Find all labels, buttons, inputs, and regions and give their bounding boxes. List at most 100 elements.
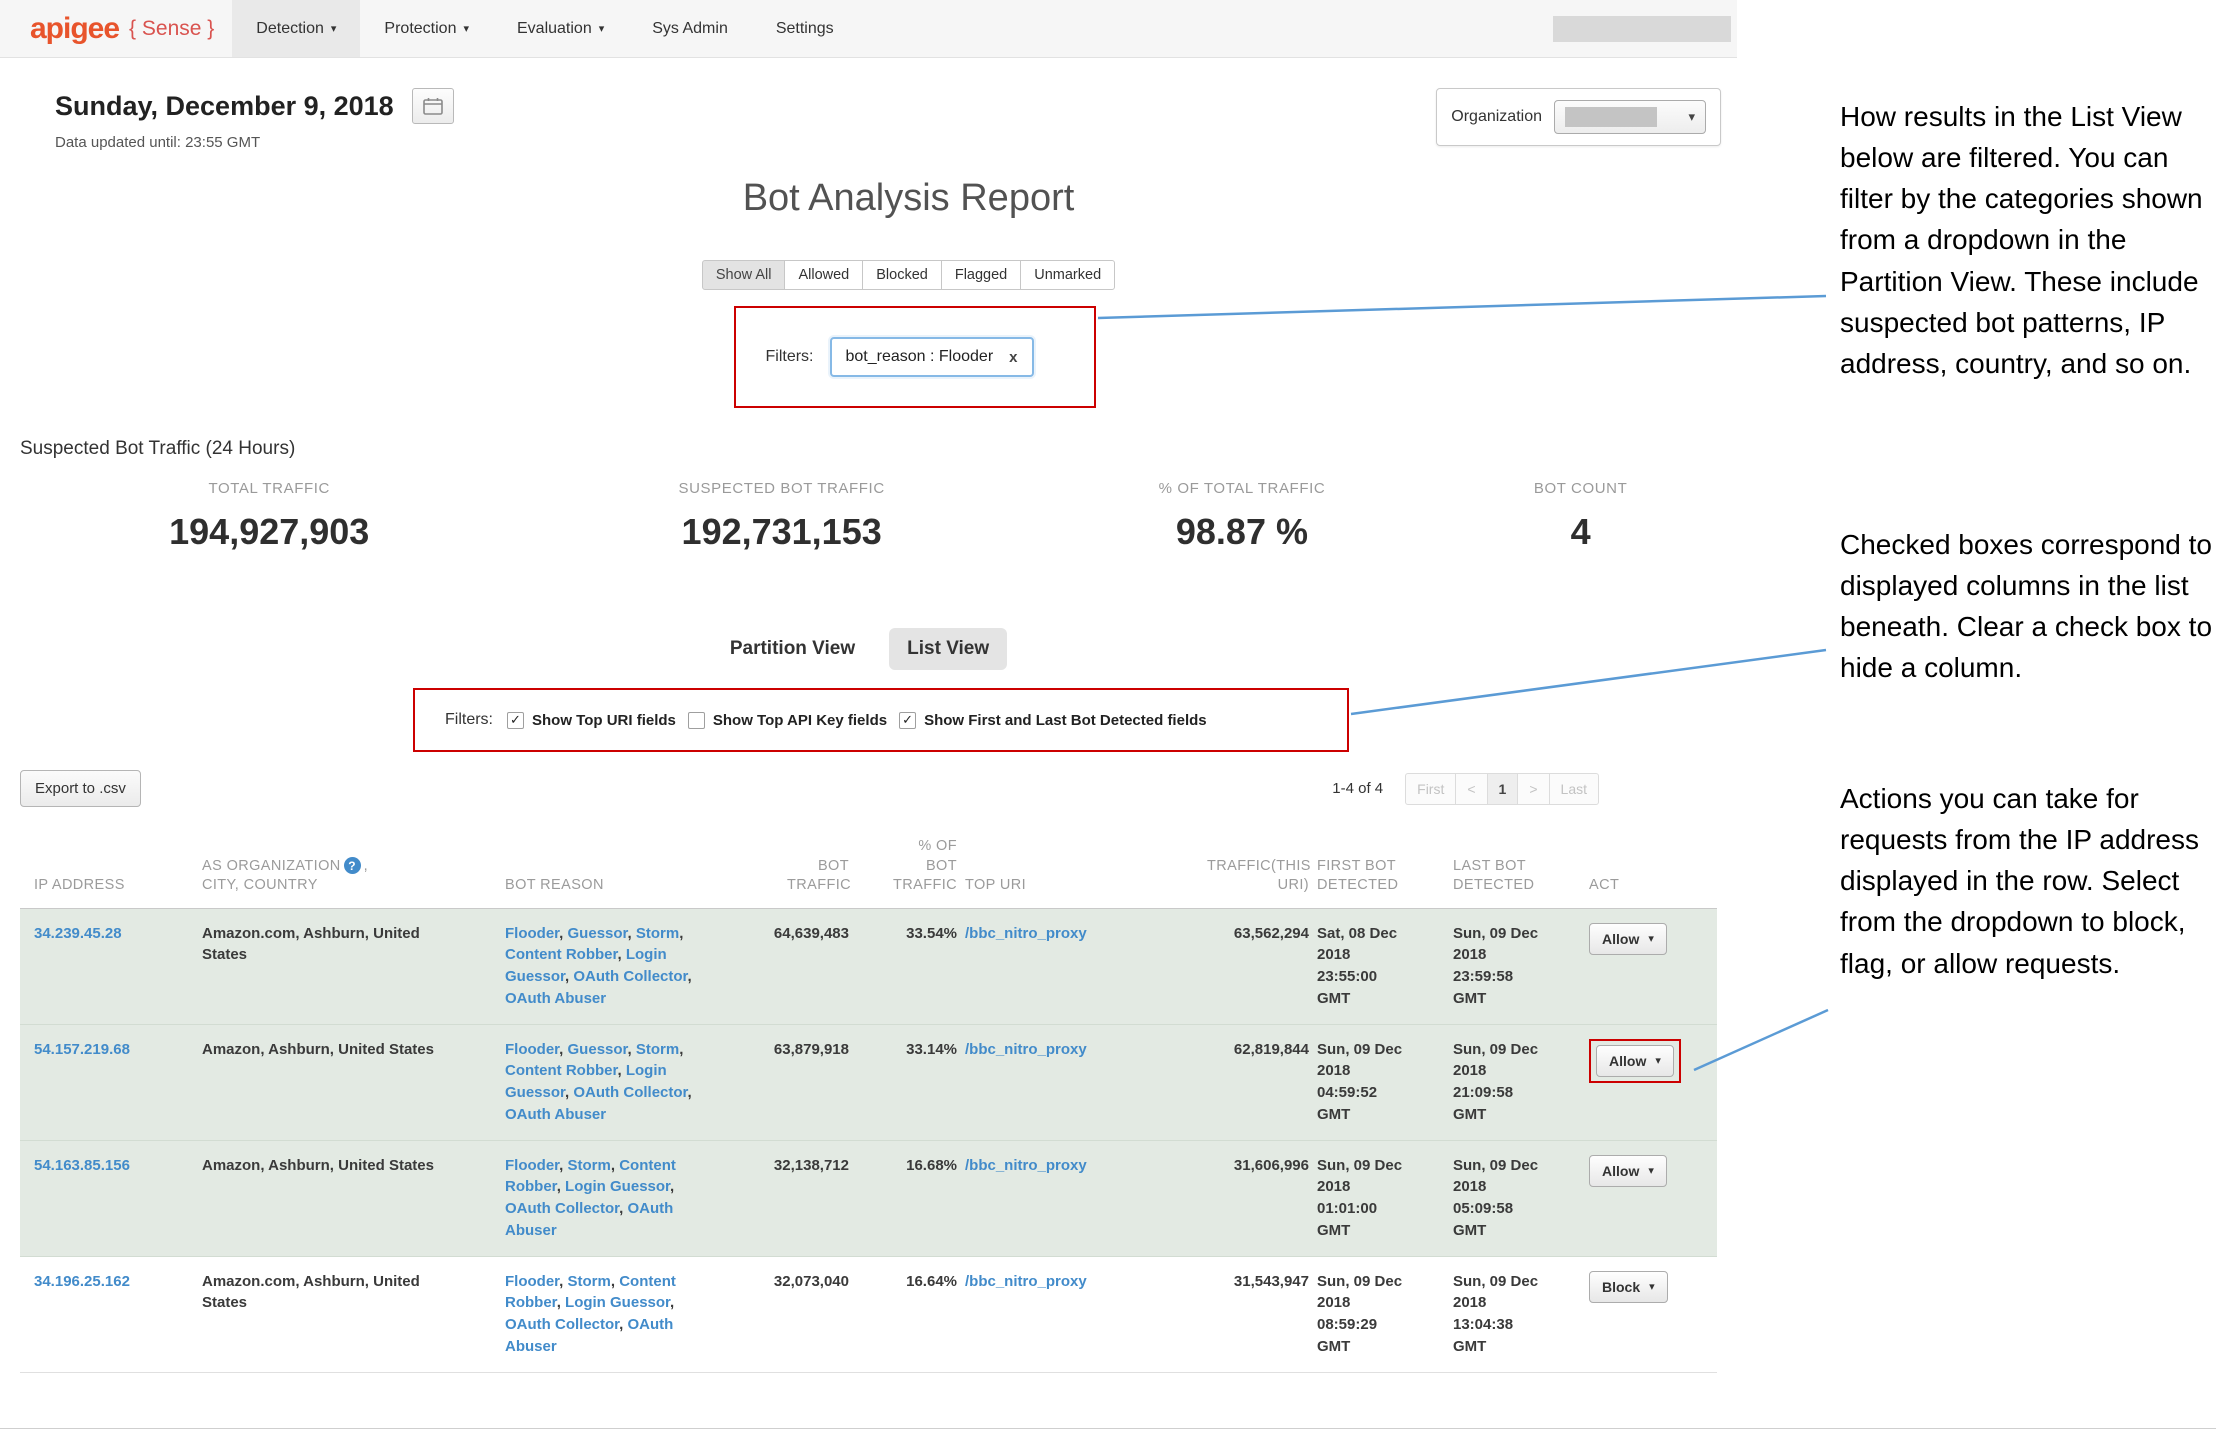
stat-value: 4 — [1459, 511, 1702, 553]
cell-top-uri: /bbc_nitro_proxy — [965, 923, 1153, 1010]
chevron-down-icon: ▾ — [331, 22, 337, 35]
cell-last-bot-detected: Sun, 09 Dec201821:09:58GMT — [1453, 1039, 1581, 1126]
bot-reason-link[interactable]: Content Robber — [505, 946, 618, 963]
bot-reason-link[interactable]: OAuth Abuser — [505, 990, 606, 1007]
page-button-last: Last — [1549, 773, 1599, 805]
column-header-first_detected: FIRST BOT DETECTED — [1317, 857, 1445, 896]
list-filters-label: Filters: — [445, 711, 493, 729]
filter-tag-label: bot_reason : Flooder — [846, 348, 994, 366]
help-icon[interactable]: ? — [344, 857, 361, 874]
bot-reason-link[interactable]: Flooder — [505, 1273, 559, 1290]
ip-link[interactable]: 34.196.25.162 — [34, 1273, 130, 1290]
ip-link[interactable]: 54.163.85.156 — [34, 1157, 130, 1174]
bot-reason-link[interactable]: Storm — [636, 1041, 679, 1058]
organization-dropdown[interactable]: ▾ — [1554, 100, 1706, 134]
stat-label: BOT COUNT — [1459, 480, 1702, 497]
cell-bot-traffic: 32,073,040 — [731, 1271, 849, 1358]
checkbox-label: Show Top API Key fields — [713, 712, 887, 729]
bot-reason-link[interactable]: Content Robber — [505, 1062, 618, 1079]
filter-tag[interactable]: bot_reason : Flooder x — [830, 337, 1034, 377]
cell-pct-bot-traffic: 33.14% — [857, 1039, 957, 1126]
list-view-tab[interactable]: List View — [889, 628, 1007, 670]
cell-act: Allow▾ — [1589, 923, 1703, 1010]
cell-first-bot-detected: Sun, 09 Dec201801:01:00GMT — [1317, 1155, 1445, 1242]
action-dropdown[interactable]: Allow▾ — [1589, 1155, 1667, 1187]
filter-checkbox-show-first-and-last-bot-detected-fields[interactable]: Show First and Last Bot Detected fields — [899, 712, 1207, 729]
top-uri-link[interactable]: /bbc_nitro_proxy — [965, 1273, 1087, 1290]
bot-reason-link[interactable]: Login Guessor — [565, 1294, 670, 1311]
action-dropdown[interactable]: Allow▾ — [1596, 1045, 1674, 1077]
action-label: Allow — [1602, 1163, 1639, 1179]
filter-checkbox-show-top-api-key-fields[interactable]: Show Top API Key fields — [688, 712, 887, 729]
column-header-uri_traffic: TRAFFIC(THIS URI) — [1207, 857, 1309, 896]
page-title: Bot Analysis Report — [40, 177, 1777, 220]
nav-item-sys-admin[interactable]: Sys Admin — [628, 0, 752, 57]
bot-reason-link[interactable]: Flooder — [505, 1041, 559, 1058]
page-button-next: > — [1517, 773, 1549, 805]
filter-checkbox-show-top-uri-fields[interactable]: Show Top URI fields — [507, 712, 676, 729]
cell-bot-reason: Flooder, Guessor, Storm, Content Robber,… — [505, 1039, 723, 1126]
ip-link[interactable]: 54.157.219.68 — [34, 1041, 130, 1058]
action-dropdown[interactable]: Block▾ — [1589, 1271, 1668, 1303]
bot-reason-link[interactable]: Storm — [568, 1273, 611, 1290]
cell-ip: 34.239.45.28 — [34, 923, 194, 1010]
tab-allowed[interactable]: Allowed — [784, 260, 863, 290]
export-csv-button[interactable]: Export to .csv — [20, 770, 141, 807]
cell-ip: 34.196.25.162 — [34, 1271, 194, 1358]
tab-flagged[interactable]: Flagged — [941, 260, 1021, 290]
bot-reason-link[interactable]: OAuth Abuser — [505, 1106, 606, 1123]
page: apigee { Sense } Detection▾Protection▾Ev… — [0, 0, 2216, 1433]
top-uri-link[interactable]: /bbc_nitro_proxy — [965, 925, 1087, 942]
nav-items: Detection▾Protection▾Evaluation▾Sys Admi… — [232, 0, 857, 57]
nav-item-detection[interactable]: Detection▾ — [232, 0, 360, 57]
annotations: How results in the List View below are f… — [1840, 0, 2216, 1433]
cell-top-uri: /bbc_nitro_proxy — [965, 1039, 1153, 1126]
ip-link[interactable]: 34.239.45.28 — [34, 925, 122, 942]
bot-reason-link[interactable]: OAuth Collector — [505, 1200, 619, 1217]
top-uri-link[interactable]: /bbc_nitro_proxy — [965, 1157, 1087, 1174]
bot-reason-link[interactable]: OAuth Collector — [505, 1316, 619, 1333]
page-button-page-1[interactable]: 1 — [1487, 773, 1519, 805]
checkbox-checked-icon[interactable] — [899, 712, 916, 729]
cell-bot-reason: Flooder, Storm, Content Robber, Login Gu… — [505, 1155, 723, 1242]
column-header-bot_traffic: BOT TRAFFIC — [787, 857, 849, 896]
pagination-buttons: First<1>Last — [1405, 773, 1599, 805]
bot-reason-link[interactable]: Storm — [568, 1157, 611, 1174]
tab-unmarked[interactable]: Unmarked — [1020, 260, 1115, 290]
calendar-button[interactable] — [412, 88, 454, 124]
bot-reason-link[interactable]: Flooder — [505, 925, 559, 942]
bot-reason-link[interactable]: OAuth Collector — [573, 1084, 687, 1101]
bot-reason-link[interactable]: Login Guessor — [565, 1178, 670, 1195]
tab-show-all[interactable]: Show All — [702, 260, 786, 290]
cell-last-bot-detected: Sun, 09 Dec201805:09:58GMT — [1453, 1155, 1581, 1242]
cell-bot-traffic: 64,639,483 — [731, 923, 849, 1010]
checkbox-unchecked-icon[interactable] — [688, 712, 705, 729]
view-toggle: Partition View List View — [0, 628, 1737, 670]
bot-reason-link[interactable]: OAuth Collector — [573, 968, 687, 985]
top-uri-link[interactable]: /bbc_nitro_proxy — [965, 1041, 1087, 1058]
nav-item-label: Evaluation — [517, 20, 592, 38]
nav-item-settings[interactable]: Settings — [752, 0, 858, 57]
pagination: 1-4 of 4 First<1>Last — [1332, 773, 1599, 805]
checkbox-label: Show First and Last Bot Detected fields — [924, 712, 1207, 729]
bot-reason-link[interactable]: Guessor — [568, 1041, 628, 1058]
checkbox-checked-icon[interactable] — [507, 712, 524, 729]
partition-view-tab[interactable]: Partition View — [730, 638, 855, 660]
apigee-logo: apigee — [30, 12, 119, 46]
bot-reason-link[interactable]: Storm — [636, 925, 679, 942]
stat-bot-count: BOT COUNT 4 — [1459, 480, 1702, 553]
tab-blocked[interactable]: Blocked — [862, 260, 942, 290]
table-row: 54.163.85.156Amazon, Ashburn, United Sta… — [20, 1141, 1717, 1257]
bot-reason-link[interactable]: Guessor — [568, 925, 628, 942]
column-header-last_detected: LAST BOT DETECTED — [1453, 857, 1581, 896]
annotation-text-1: How results in the List View below are f… — [1840, 96, 2216, 384]
action-dropdown[interactable]: Allow▾ — [1589, 923, 1667, 955]
filter-remove-icon[interactable]: x — [1009, 349, 1017, 366]
stat-of-total-traffic: % OF TOTAL TRAFFIC98.87 % — [1025, 480, 1459, 553]
nav-item-protection[interactable]: Protection▾ — [360, 0, 493, 57]
bot-reason-link[interactable]: Flooder — [505, 1157, 559, 1174]
chevron-down-icon: ▾ — [463, 22, 469, 35]
stat-label: % OF TOTAL TRAFFIC — [1025, 480, 1459, 497]
cell-bot-traffic: 63,879,918 — [731, 1039, 849, 1126]
nav-item-evaluation[interactable]: Evaluation▾ — [493, 0, 628, 57]
